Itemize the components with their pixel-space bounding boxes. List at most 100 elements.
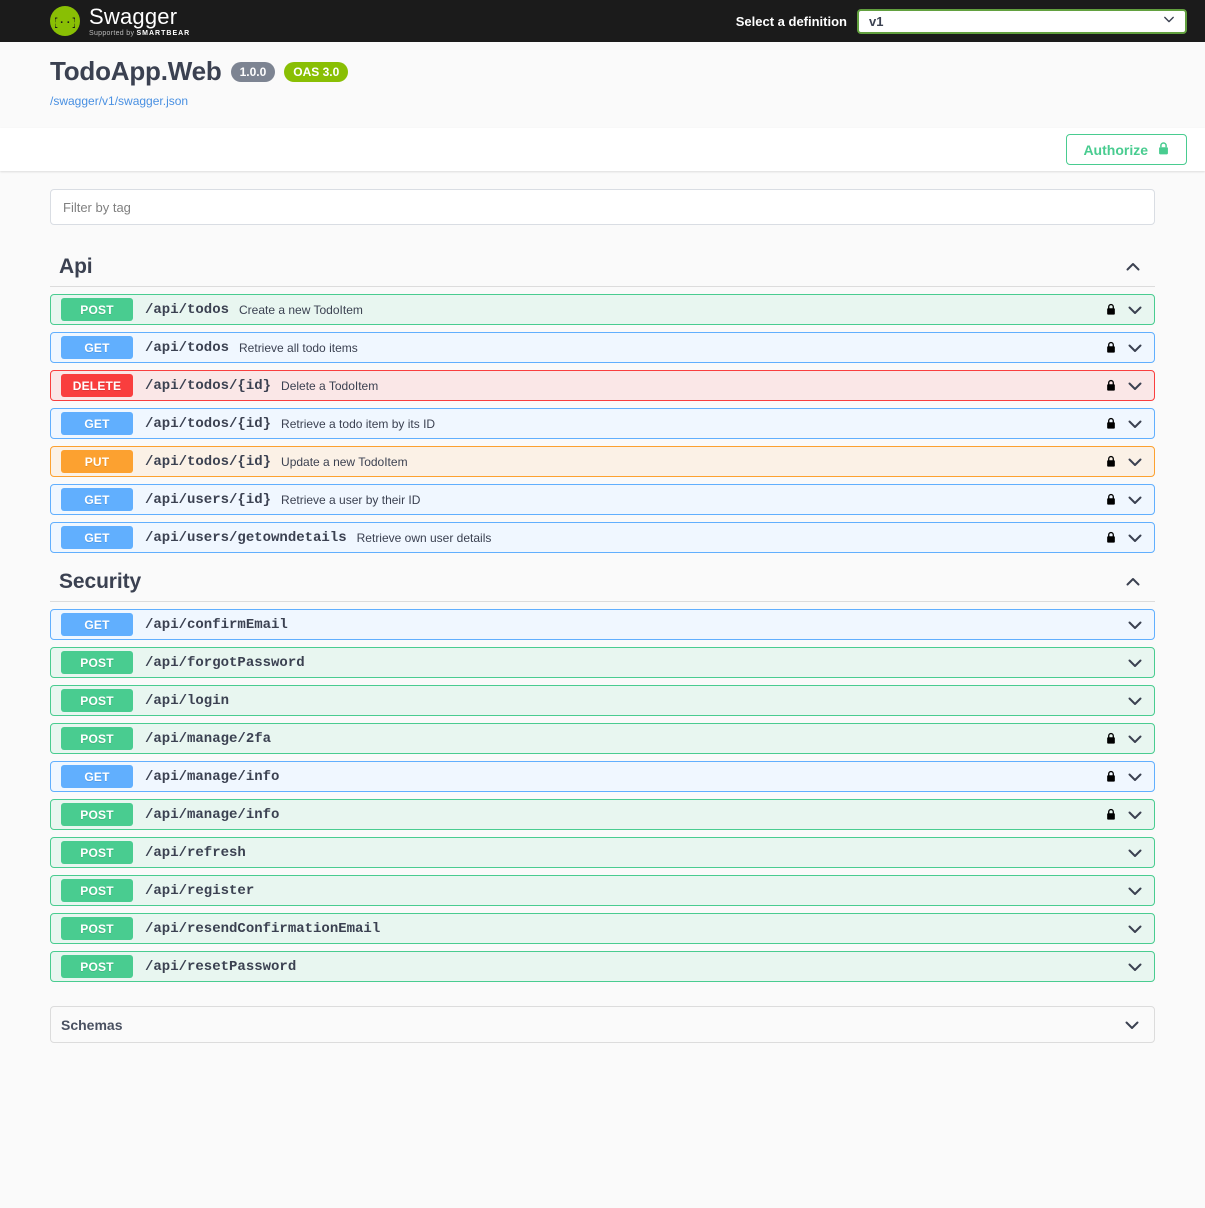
method-badge-get: GET — [61, 613, 133, 636]
definition-selector-group: Select a definition v1 — [735, 8, 1187, 34]
method-badge-post: POST — [61, 689, 133, 712]
operation-row[interactable]: POST/api/manage/info — [50, 799, 1155, 830]
operation-summary: Retrieve all todo items — [239, 340, 358, 355]
operation-row[interactable]: POST/api/login — [50, 685, 1155, 716]
operation-path: /api/todos — [145, 339, 230, 356]
operation-row[interactable]: POST/api/manage/2fa — [50, 723, 1155, 754]
lock-icon[interactable] — [1105, 769, 1117, 784]
operation-row[interactable]: POST/api/refresh — [50, 837, 1155, 868]
chevron-down-icon[interactable] — [1122, 1015, 1142, 1035]
chevron-down-icon[interactable] — [1125, 767, 1145, 787]
lock-icon[interactable] — [1105, 530, 1117, 545]
method-badge-put: PUT — [61, 450, 133, 473]
schemas-header[interactable]: Schemas — [50, 1006, 1155, 1043]
api-info-block: TodoApp.Web 1.0.0 OAS 3.0 /swagger/v1/sw… — [0, 42, 1205, 128]
chevron-down-icon[interactable] — [1125, 414, 1145, 434]
operation-summary: Retrieve a todo item by its ID — [281, 416, 436, 431]
operation-path: /api/refresh — [145, 844, 246, 861]
tag-header-security[interactable]: Security — [50, 560, 1155, 602]
supported-by-text: Supported by — [89, 29, 135, 37]
api-title-row: TodoApp.Web 1.0.0 OAS 3.0 — [50, 56, 1155, 87]
chevron-down-icon[interactable] — [1125, 729, 1145, 749]
lock-icon — [1157, 141, 1170, 158]
chevron-down-icon[interactable] — [1125, 843, 1145, 863]
operation-path: /api/register — [145, 882, 255, 899]
operation-path: /api/confirmEmail — [145, 616, 288, 633]
oas-badge: OAS 3.0 — [284, 61, 349, 82]
method-badge-post: POST — [61, 727, 133, 750]
operation-path: /api/users/{id} — [145, 491, 272, 508]
lock-icon[interactable] — [1105, 492, 1117, 507]
main-content: Api POST/api/todos Create a new TodoItem GE… — [0, 171, 1205, 1071]
method-badge-post: POST — [61, 917, 133, 940]
method-badge-get: GET — [61, 526, 133, 549]
lock-icon[interactable] — [1105, 302, 1117, 317]
chevron-down-icon[interactable] — [1125, 653, 1145, 673]
operation-summary: Update a new TodoItem — [281, 454, 408, 469]
operation-row[interactable]: POST/api/register — [50, 875, 1155, 906]
operation-path: /api/todos/{id} — [145, 453, 272, 470]
chevron-down-icon[interactable] — [1125, 919, 1145, 939]
operation-path: /api/resetPassword — [145, 958, 297, 975]
lock-icon[interactable] — [1105, 454, 1117, 469]
operation-row[interactable]: GET/api/todos/{id} Retrieve a todo item b… — [50, 408, 1155, 439]
lock-icon[interactable] — [1105, 416, 1117, 431]
operation-row[interactable]: PUT/api/todos/{id} Update a new TodoItem — [50, 446, 1155, 477]
smartbear-text: SMARTBEAR — [136, 29, 191, 37]
chevron-up-icon[interactable] — [1123, 572, 1143, 592]
lock-icon[interactable] — [1105, 807, 1117, 822]
chevron-down-icon[interactable] — [1125, 881, 1145, 901]
page-title: TodoApp.Web — [50, 56, 222, 86]
operation-row[interactable]: GET/api/confirmEmail — [50, 609, 1155, 640]
chevron-down-icon[interactable] — [1125, 300, 1145, 320]
operation-row[interactable]: GET/api/users/getowndetails Retrieve own … — [50, 522, 1155, 553]
operation-row[interactable]: GET/api/manage/info — [50, 761, 1155, 792]
chevron-down-icon[interactable] — [1125, 376, 1145, 396]
chevron-down-icon[interactable] — [1125, 338, 1145, 358]
svg-text:{··}: {··} — [55, 18, 75, 30]
operation-row[interactable]: POST/api/todos Create a new TodoItem — [50, 294, 1155, 325]
lock-icon[interactable] — [1105, 731, 1117, 746]
authorize-band: Authorize — [0, 128, 1205, 171]
swagger-json-link[interactable]: /swagger/v1/swagger.json — [50, 94, 188, 108]
chevron-down-icon[interactable] — [1125, 490, 1145, 510]
lock-icon[interactable] — [1105, 378, 1117, 393]
version-badge: 1.0.0 — [230, 61, 276, 82]
operation-row[interactable]: POST/api/resetPassword — [50, 951, 1155, 982]
chevron-down-icon[interactable] — [1125, 805, 1145, 825]
operation-row[interactable]: DELETE/api/todos/{id} Delete a TodoItem — [50, 370, 1155, 401]
bottom-spacer — [10, 1043, 1195, 1071]
method-badge-get: GET — [61, 765, 133, 788]
operation-summary: Delete a TodoItem — [281, 378, 379, 393]
method-badge-post: POST — [61, 651, 133, 674]
tag-name: Api — [59, 255, 93, 278]
chevron-down-icon[interactable] — [1125, 957, 1145, 977]
chevron-down-icon[interactable] — [1125, 452, 1145, 472]
topbar: {··} Swagger Supported by SMARTBEAR Sele… — [0, 0, 1205, 42]
chevron-down-icon[interactable] — [1125, 528, 1145, 548]
operation-row[interactable]: GET/api/todos Retrieve all todo items — [50, 332, 1155, 363]
swagger-logo[interactable]: {··} Swagger Supported by SMARTBEAR — [50, 5, 191, 37]
tag-section: Api POST/api/todos Create a new TodoItem GE… — [50, 245, 1155, 553]
tag-sections: Api POST/api/todos Create a new TodoItem GE… — [10, 245, 1195, 982]
operation-summary: Create a new TodoItem — [239, 302, 363, 317]
chevron-down-icon[interactable] — [1125, 615, 1145, 635]
definition-label: Select a definition — [735, 13, 847, 29]
authorize-button[interactable]: Authorize — [1066, 134, 1187, 165]
operation-summary: Retrieve a user by their ID — [281, 492, 421, 507]
authorize-label: Authorize — [1083, 141, 1148, 158]
tag-header-api[interactable]: Api — [50, 245, 1155, 287]
tag-section: Security GET/api/confirmEmail POST/api/for… — [50, 560, 1155, 982]
operation-row[interactable]: GET/api/users/{id} Retrieve a user by the… — [50, 484, 1155, 515]
filter-input[interactable] — [50, 189, 1155, 225]
operation-path: /api/manage/info — [145, 768, 280, 785]
chevron-down-icon[interactable] — [1125, 691, 1145, 711]
method-badge-get: GET — [61, 336, 133, 359]
operation-path: /api/manage/2fa — [145, 730, 272, 747]
operation-row[interactable]: POST/api/forgotPassword — [50, 647, 1155, 678]
lock-icon[interactable] — [1105, 340, 1117, 355]
definition-select[interactable]: v1 — [857, 8, 1187, 34]
operation-row[interactable]: POST/api/resendConfirmationEmail — [50, 913, 1155, 944]
chevron-up-icon[interactable] — [1123, 257, 1143, 277]
tag-name: Security — [59, 570, 142, 593]
